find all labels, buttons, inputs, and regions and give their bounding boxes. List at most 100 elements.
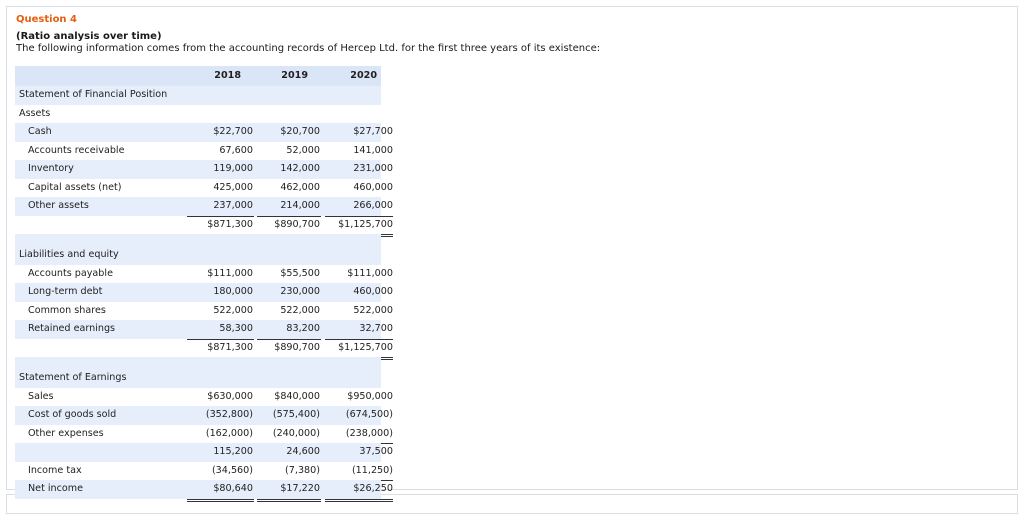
cell-2020: 266,000 <box>353 200 393 211</box>
section-row-assets: Assets <box>15 105 381 124</box>
spacer-row <box>15 234 381 246</box>
cell-2018: $111,000 <box>207 267 253 279</box>
cell-2019: 83,200 <box>286 323 320 334</box>
subtotal-row: 115,200 24,600 37,500 <box>15 443 393 462</box>
row-label: Retained earnings <box>28 323 116 334</box>
cell-2018: $80,640 <box>213 483 253 494</box>
section-label: Statement of Earnings <box>19 372 127 383</box>
question-subtitle: (Ratio analysis over time) <box>16 31 162 42</box>
section-label: Statement of Financial Position <box>19 89 168 100</box>
cell-2018: 522,000 <box>213 304 253 316</box>
cell-2020: (238,000) <box>345 427 393 439</box>
row-label: Other assets <box>28 200 89 211</box>
table-header-row: 2018 2019 2020 <box>15 66 381 86</box>
cell-2020: $26,250 <box>353 483 393 494</box>
row-label: Cash <box>28 126 52 137</box>
cell-2020: (11,250) <box>351 464 393 476</box>
cell-2018: 180,000 <box>213 286 253 297</box>
question-title: Question 4 <box>16 14 77 25</box>
row-label: Long-term debt <box>28 286 103 297</box>
section-row-earnings: Statement of Earnings <box>15 369 381 388</box>
cell-2018: (162,000) <box>205 427 253 439</box>
cell-2019: 142,000 <box>280 163 320 174</box>
cell-2019: (240,000) <box>272 427 320 439</box>
section-label: Assets <box>19 107 51 119</box>
row-label: Inventory <box>28 163 74 174</box>
cell-2020: $27,700 <box>353 126 393 137</box>
cell-2019: $20,700 <box>280 126 320 137</box>
financial-table: 2018 2019 2020 Statement of Financial Po… <box>15 66 393 502</box>
cell-2019: (7,380) <box>285 464 320 476</box>
cell-2019: $840,000 <box>274 390 320 402</box>
table-row: Income tax (34,560) (7,380) (11,250) <box>15 462 393 481</box>
section-row-liabilities: Liabilities and equity <box>15 246 381 265</box>
row-label: Accounts receivable <box>28 144 125 156</box>
row-label: Net income <box>28 483 84 494</box>
table-row: Retained earnings 58,300 83,200 32,700 <box>15 320 393 340</box>
cell-2020: $950,000 <box>347 390 393 402</box>
year-header-2019: 2019 <box>281 70 308 81</box>
net-income-row: Net income $80,640 $17,220 $26,250 <box>15 480 393 502</box>
cell-2019: 214,000 <box>280 200 320 211</box>
table-row: Sales $630,000 $840,000 $950,000 <box>15 388 393 407</box>
total-2020: $1,125,700 <box>338 341 393 353</box>
table-row: Other assets 237,000 214,000 266,000 <box>15 197 393 217</box>
table-row: Long-term debt 180,000 230,000 460,000 <box>15 283 393 302</box>
spacer-row <box>15 357 381 369</box>
cell-2019: 522,000 <box>280 304 320 316</box>
year-header-2018: 2018 <box>214 70 241 81</box>
cell-2019: $17,220 <box>280 483 320 494</box>
subtotal-2020: 37,500 <box>359 446 393 457</box>
cell-2018: $630,000 <box>207 390 253 402</box>
question-header: Question 4 (Ratio analysis over time) Th… <box>16 13 600 55</box>
cell-2020: 141,000 <box>353 144 393 156</box>
row-label: Other expenses <box>28 427 104 439</box>
cell-2019: 52,000 <box>286 144 320 156</box>
row-label: Capital assets (net) <box>28 181 122 193</box>
total-2019: $890,700 <box>274 218 320 230</box>
cell-2019: (575,400) <box>272 409 320 420</box>
subtotal-2018: 115,200 <box>213 446 253 457</box>
table-row: Cost of goods sold (352,800) (575,400) (… <box>15 406 393 425</box>
cell-2020: $111,000 <box>347 267 393 279</box>
total-row-assets: $871,300 $890,700 $1,125,700 <box>15 216 393 237</box>
table-row: Common shares 522,000 522,000 522,000 <box>15 302 393 321</box>
cell-2020: 522,000 <box>353 304 393 316</box>
table-row: Capital assets (net) 425,000 462,000 460… <box>15 179 393 198</box>
table-row: Other expenses (162,000) (240,000) (238,… <box>15 425 393 444</box>
cell-2020: (674,500) <box>345 409 393 420</box>
year-header-2020: 2020 <box>350 70 377 81</box>
row-label: Accounts payable <box>28 267 113 279</box>
cell-2018: $22,700 <box>213 126 253 137</box>
cell-2020: 460,000 <box>353 286 393 297</box>
row-label: Cost of goods sold <box>28 409 117 420</box>
table-row: Cash $22,700 $20,700 $27,700 <box>15 123 393 142</box>
total-2018: $871,300 <box>207 218 253 230</box>
table-row: Inventory 119,000 142,000 231,000 <box>15 160 393 179</box>
row-label: Income tax <box>28 464 82 476</box>
row-label: Common shares <box>28 304 106 316</box>
question-description: The following information comes from the… <box>16 43 601 54</box>
cell-2019: $55,500 <box>280 267 320 279</box>
total-2019: $890,700 <box>274 341 320 353</box>
total-row-liabilities: $871,300 $890,700 $1,125,700 <box>15 339 393 360</box>
section-row-sfp: Statement of Financial Position <box>15 86 381 105</box>
total-2020: $1,125,700 <box>338 218 393 230</box>
cell-2018: (352,800) <box>205 409 253 420</box>
cell-2020: 460,000 <box>353 181 393 193</box>
row-label: Sales <box>28 390 54 402</box>
table-row: Accounts receivable 67,600 52,000 141,00… <box>15 142 393 161</box>
table-row: Accounts payable $111,000 $55,500 $111,0… <box>15 265 393 284</box>
cell-2018: 58,300 <box>219 323 253 334</box>
cell-2018: 425,000 <box>213 181 253 193</box>
subtotal-2019: 24,600 <box>286 446 320 457</box>
cell-2018: 237,000 <box>213 200 253 211</box>
cell-2018: 67,600 <box>219 144 253 156</box>
cell-2018: 119,000 <box>213 163 253 174</box>
cell-2018: (34,560) <box>211 464 253 476</box>
cell-2020: 32,700 <box>359 323 393 334</box>
cell-2020: 231,000 <box>353 163 393 174</box>
total-2018: $871,300 <box>207 341 253 353</box>
section-label: Liabilities and equity <box>19 249 119 260</box>
cell-2019: 462,000 <box>280 181 320 193</box>
